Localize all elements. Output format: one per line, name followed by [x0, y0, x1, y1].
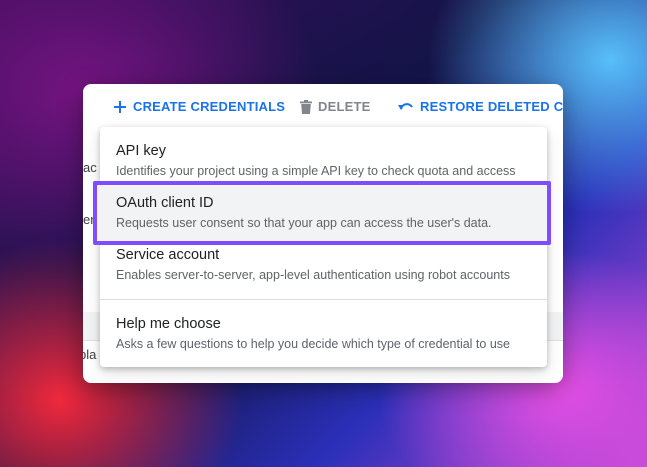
create-credentials-label: CREATE CREDENTIALS — [133, 99, 286, 114]
restore-deleted-credentials-label: RESTORE DELETED CREDE — [420, 99, 563, 114]
delete-label: DELETE — [318, 99, 371, 114]
menu-item-description: Requests user consent so that your app c… — [116, 216, 492, 230]
menu-item-description: Asks a few questions to help you decide … — [116, 337, 510, 351]
trash-icon — [300, 99, 312, 114]
menu-item-description: Enables server-to-server, app-level auth… — [116, 268, 510, 282]
menu-item-help-me-choose[interactable]: Help me choose Asks a few questions to h… — [100, 300, 547, 367]
menu-item-oauth-client-id[interactable]: OAuth client ID Requests user consent so… — [100, 185, 547, 243]
toolbar: CREATE CREDENTIALS DELETE RESTORE DELETE… — [83, 84, 563, 132]
menu-item-title: Service account — [116, 247, 220, 263]
menu-item-title: Help me choose — [116, 316, 221, 332]
create-credentials-button[interactable]: CREATE CREDENTIALS — [113, 99, 285, 114]
menu-item-service-account[interactable]: Service account Enables server-to-server… — [100, 243, 547, 299]
delete-button[interactable]: DELETE — [300, 99, 370, 114]
background-text-fragment: ac — [83, 160, 97, 175]
restore-deleted-credentials-button[interactable]: RESTORE DELETED CREDE — [398, 99, 563, 114]
restore-icon — [398, 102, 413, 110]
menu-item-title: OAuth client ID — [116, 195, 214, 211]
background-text-fragment: pla — [83, 347, 97, 362]
menu-overlay: OAuth client ID Requests user consent so… — [100, 127, 547, 367]
plus-icon — [114, 100, 126, 113]
